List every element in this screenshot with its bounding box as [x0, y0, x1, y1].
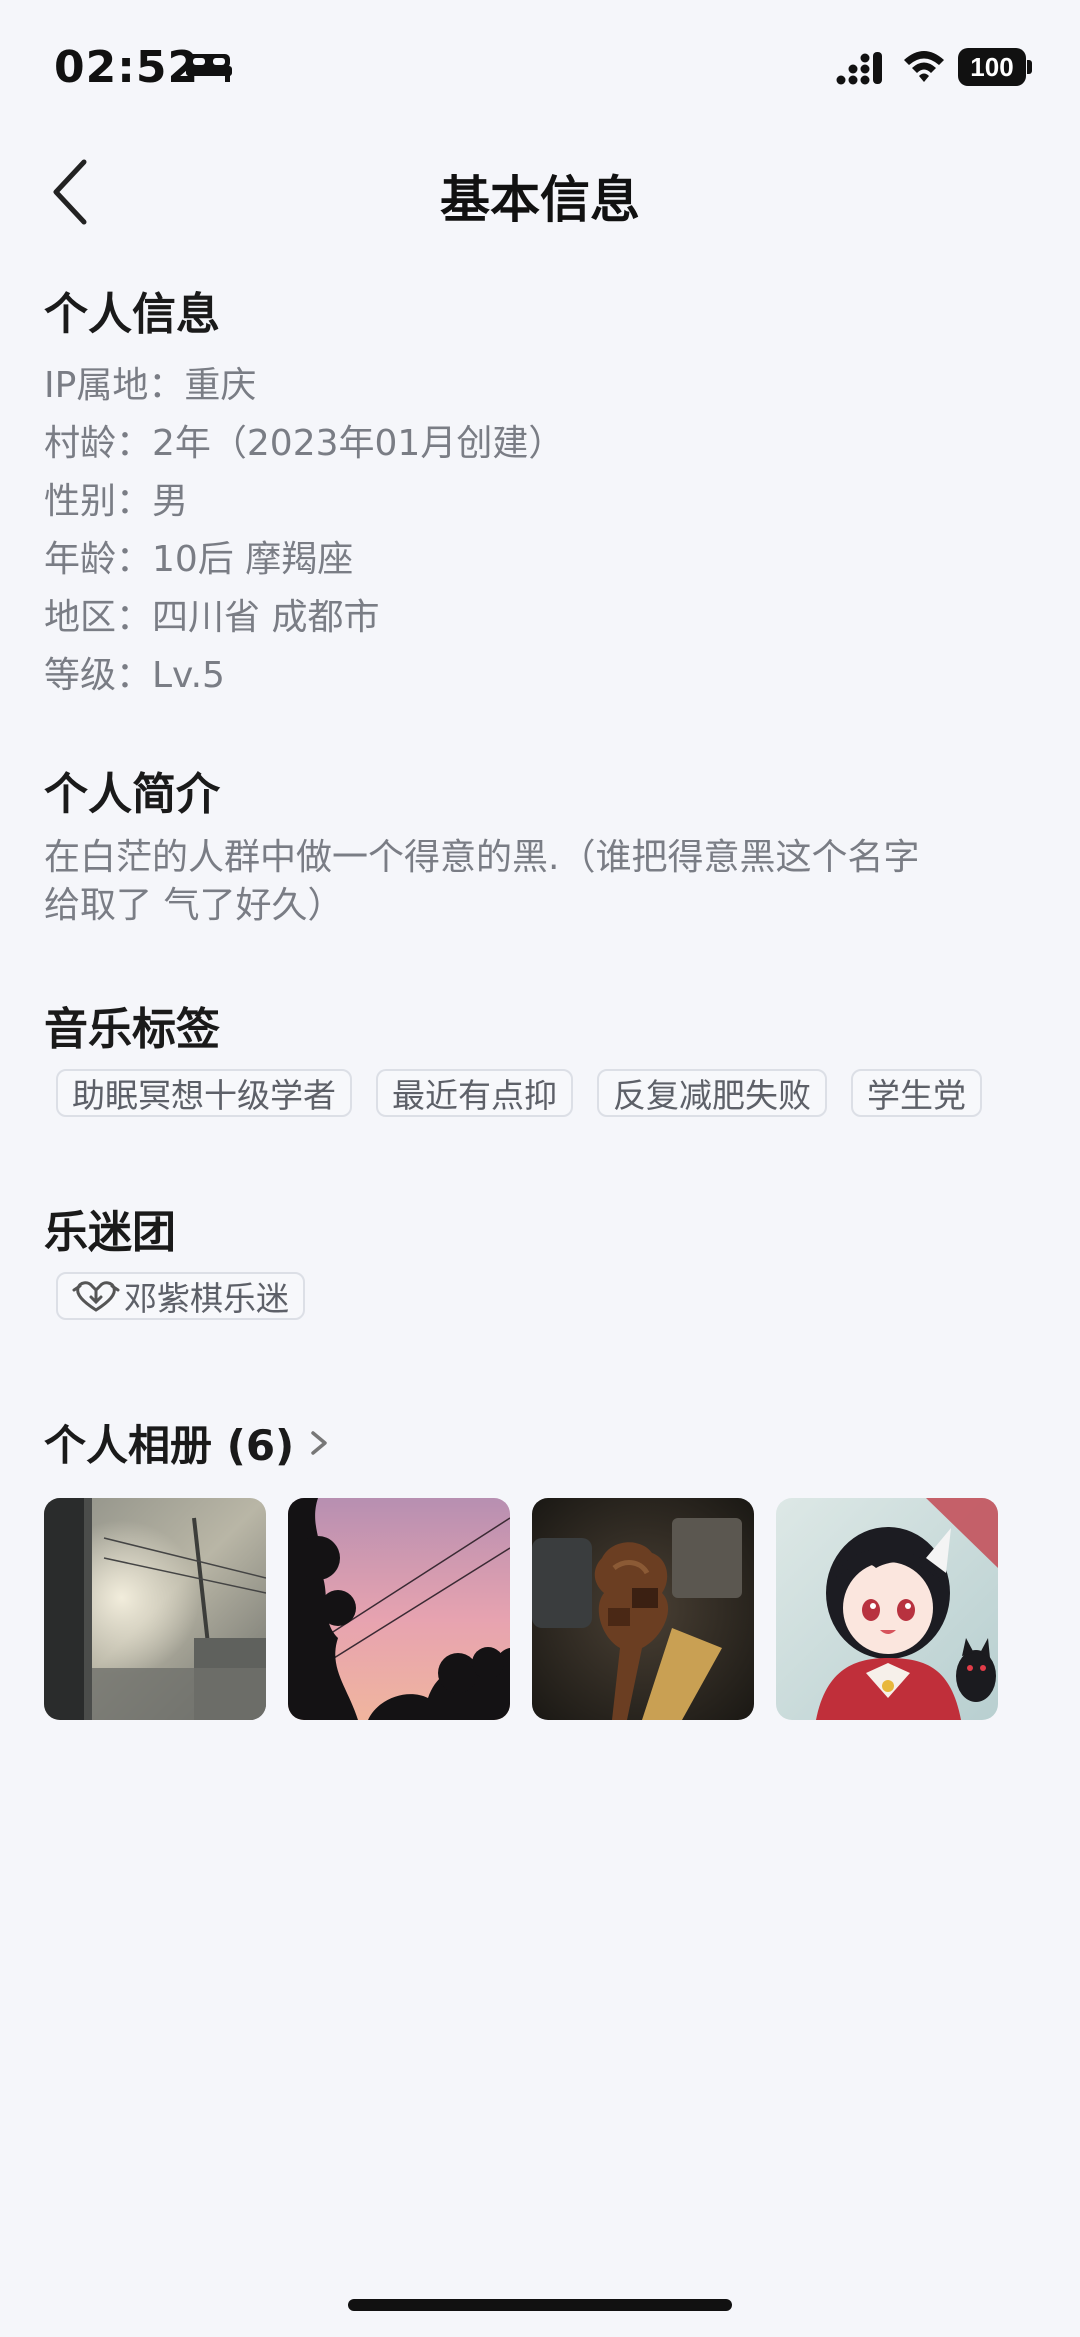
chevron-right-icon — [311, 1430, 327, 1455]
status-time: 02:52 — [54, 42, 200, 93]
album-title: 个人相册 (6) — [44, 1421, 295, 1470]
info-level: 等级：Lv.5 — [44, 655, 225, 696]
info-village-age: 村龄：2年（2023年01月创建） — [44, 423, 565, 464]
bed-icon — [186, 54, 232, 82]
info-ip-location: IP属地：重庆 — [44, 365, 257, 406]
personal-info-title: 个人信息 — [44, 289, 220, 340]
bio-title: 个人简介 — [44, 769, 220, 820]
bio-line: 给取了 气了好久） — [44, 885, 344, 926]
info-gender: 性别：男 — [44, 481, 189, 522]
pink-sky-trees-photo[interactable] — [288, 1498, 510, 1720]
fan-club-tag[interactable]: 邓紫棋乐迷 — [56, 1272, 305, 1320]
profile-basic-info-screen: 02:52 100 基本信息 个人信息 IP属地：重庆 村龄：2年（2023年0… — [0, 0, 1080, 2337]
chocolate-ice-cream-photo[interactable] — [532, 1498, 754, 1720]
page-title: 基本信息 — [440, 171, 640, 229]
bio-line: 在白茫的人群中做一个得意的黑.（谁把得意黑这个名字 — [44, 837, 920, 878]
window-sunset-photo[interactable] — [44, 1498, 266, 1720]
home-indicator[interactable] — [348, 2299, 732, 2311]
bio-text: 在白茫的人群中做一个得意的黑.（谁把得意黑这个名字 给取了 气了好久） — [44, 834, 1034, 930]
music-tag[interactable]: 最近有点抑 — [376, 1069, 573, 1117]
music-tag[interactable]: 助眠冥想十级学者 — [56, 1069, 352, 1117]
music-tag[interactable]: 反复减肥失败 — [597, 1069, 827, 1117]
battery-icon: 100 — [958, 48, 1026, 86]
fan-club-label: 邓紫棋乐迷 — [124, 1279, 289, 1318]
music-tags-title: 音乐标签 — [44, 1004, 220, 1055]
fan-heart-icon — [72, 1281, 120, 1312]
music-tag[interactable]: 学生党 — [851, 1069, 982, 1117]
info-age: 年龄：10后 摩羯座 — [44, 539, 354, 580]
battery-tip — [1027, 60, 1032, 74]
anime-girl-photo[interactable] — [776, 1498, 998, 1720]
cellular-signal-icon — [836, 52, 882, 85]
status-bar: 02:52 100 — [0, 0, 1080, 130]
album-photos — [44, 1498, 998, 1720]
music-tags-list: 助眠冥想十级学者 最近有点抑 反复减肥失败 学生党 — [56, 1069, 982, 1117]
fan-club-list: 邓紫棋乐迷 — [56, 1272, 305, 1320]
wifi-icon — [904, 51, 944, 82]
info-region: 地区：四川省 成都市 — [44, 597, 380, 638]
album-header[interactable]: 个人相册 (6) — [44, 1412, 334, 1473]
fan-club-title: 乐迷团 — [44, 1207, 176, 1258]
